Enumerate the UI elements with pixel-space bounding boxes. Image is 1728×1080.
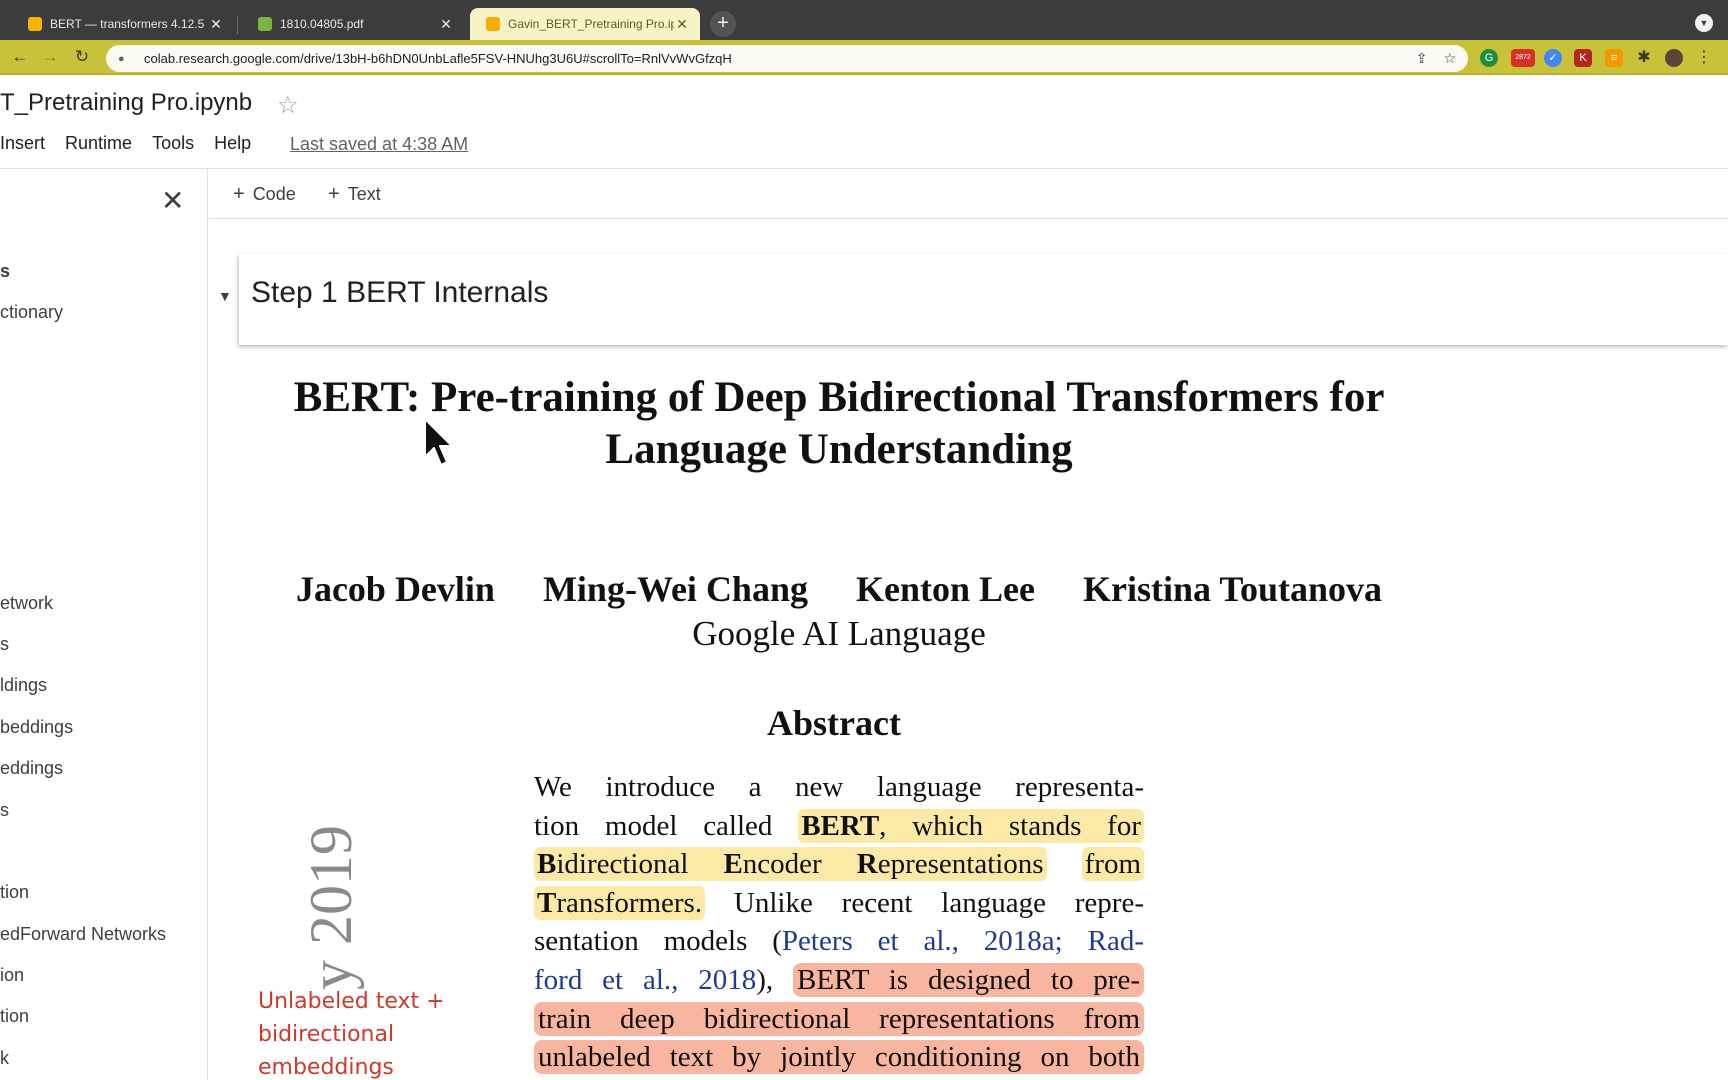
paper-affiliation: Google AI Language bbox=[692, 614, 986, 653]
author-name: Kristina Toutanova bbox=[1082, 569, 1383, 609]
extension-red-icon[interactable]: K bbox=[1574, 49, 1592, 67]
menu-tools[interactable]: Tools bbox=[152, 133, 194, 157]
abstract-heading: Abstract bbox=[767, 703, 901, 743]
tab-title: Gavin_BERT_Pretraining Pro.ip bbox=[508, 17, 674, 31]
extension-stack-icon[interactable]: ≡ bbox=[1605, 49, 1623, 67]
lock-icon: ● bbox=[118, 52, 125, 65]
paper-title: BERT: Pre-training of Deep Bidirectional… bbox=[209, 372, 1469, 476]
toc-item[interactable]: eddings bbox=[0, 758, 63, 779]
profile-avatar[interactable] bbox=[1665, 49, 1683, 67]
abstract-line: train deep bidirectional representations… bbox=[534, 1000, 1144, 1039]
share-icon[interactable]: ⇪ bbox=[1416, 50, 1428, 67]
toc-item[interactable]: beddings bbox=[0, 717, 73, 738]
toc-item[interactable]: s bbox=[0, 634, 9, 655]
tab-separator bbox=[237, 16, 238, 34]
author-name: Ming-Wei Chang bbox=[542, 569, 808, 609]
toc-item[interactable]: ldings bbox=[0, 675, 47, 696]
grammarly-extension-icon[interactable]: G bbox=[1480, 49, 1498, 67]
tab-search-icon[interactable]: ▼ bbox=[1695, 14, 1713, 32]
paper-title-line-1: BERT: Pre-training of Deep Bidirectional… bbox=[293, 374, 1385, 421]
extension-check-icon[interactable]: ✓ bbox=[1544, 49, 1562, 67]
browser-toolbar: ← → ↻ ● colab.research.google.com/drive/… bbox=[0, 40, 1728, 75]
menu-help[interactable]: Help bbox=[214, 133, 251, 157]
abstract-line: Transformers. Unlike recent language rep… bbox=[534, 884, 1144, 923]
gmail-badge: 2872 bbox=[1515, 54, 1531, 61]
browser-tabstrip: BERT — transformers 4.12.5 d ✕ 1810.0480… bbox=[0, 0, 1728, 40]
new-tab-button[interactable]: + bbox=[710, 11, 736, 37]
gmail-extension-icon[interactable]: 2872 bbox=[1511, 49, 1535, 67]
add-text-cell-button[interactable]: + Text bbox=[328, 183, 381, 206]
toc-item[interactable]: k bbox=[0, 1048, 9, 1069]
browser-tab-pdf[interactable]: 1810.04805.pdf ✕ bbox=[242, 8, 464, 40]
note-line: Unlabeled text + bbox=[258, 989, 445, 1014]
colab-favicon-icon bbox=[486, 17, 500, 31]
mouse-pointer-icon bbox=[424, 418, 453, 466]
extensions-puzzle-icon[interactable]: ✱ bbox=[1635, 49, 1653, 67]
paper-title-line-2: Language Understanding bbox=[605, 426, 1073, 473]
abstract-line: We introduce a new language representa- bbox=[534, 771, 1144, 803]
plus-icon: + bbox=[328, 183, 340, 205]
section-title: Step 1 BERT Internals bbox=[251, 276, 549, 309]
note-line: bidirectional bbox=[258, 1022, 395, 1047]
tab-title: BERT — transformers 4.12.5 d bbox=[50, 17, 208, 31]
add-code-cell-button[interactable]: + Code bbox=[233, 183, 296, 206]
plus-icon: + bbox=[233, 183, 245, 205]
tab-title: 1810.04805.pdf bbox=[280, 17, 364, 31]
note-line: embeddings bbox=[258, 1055, 394, 1080]
browser-tab-transformers-docs[interactable]: BERT — transformers 4.12.5 d ✕ bbox=[12, 8, 234, 40]
bookmark-star-icon[interactable]: ☆ bbox=[1443, 50, 1456, 67]
table-of-contents-panel: ✕ s ctionary etwork s ldings beddings ed… bbox=[0, 169, 208, 1080]
url-text[interactable]: colab.research.google.com/drive/13bH-b6h… bbox=[144, 51, 1400, 66]
hugging-face-favicon-icon bbox=[28, 17, 42, 31]
abstract-line: Bidirectional Encoder Representations fr… bbox=[534, 845, 1145, 884]
back-icon[interactable]: ← bbox=[9, 46, 31, 68]
handwritten-note: Unlabeled text + bidirectional embedding… bbox=[258, 985, 445, 1080]
pdf-favicon-icon bbox=[258, 17, 272, 31]
reload-icon[interactable]: ↻ bbox=[71, 46, 93, 68]
notebook-title[interactable]: T_Pretraining Pro.ipynb bbox=[0, 89, 252, 117]
colab-menubar: Insert Runtime Tools Help bbox=[0, 133, 271, 157]
arxiv-date-stamp: y 2019 bbox=[298, 825, 364, 990]
author-name: Kenton Lee bbox=[855, 569, 1035, 609]
toc-item[interactable]: etwork bbox=[0, 593, 53, 614]
close-tab-icon[interactable]: ✕ bbox=[674, 16, 690, 33]
menu-runtime[interactable]: Runtime bbox=[65, 133, 132, 157]
toc-item[interactable]: tion bbox=[0, 1006, 29, 1027]
close-tab-icon[interactable]: ✕ bbox=[438, 16, 454, 33]
forward-icon[interactable]: → bbox=[39, 46, 61, 68]
toc-item[interactable]: s bbox=[0, 261, 10, 282]
paper-authors: Jacob Devlin Ming-Wei Chang Kenton Lee K… bbox=[209, 568, 1469, 610]
cell-toolbar: + Code + Text bbox=[209, 169, 1728, 219]
browser-menu-icon[interactable]: ⋮ bbox=[1695, 49, 1713, 67]
add-text-label: Text bbox=[347, 184, 381, 204]
abstract-line: sentation models (Peters et al., 2018a; … bbox=[534, 925, 1144, 958]
toc-item[interactable]: tion bbox=[0, 882, 29, 903]
toc-item[interactable]: s bbox=[0, 800, 9, 821]
last-saved-link[interactable]: Last saved at 4:38 AM bbox=[290, 134, 468, 155]
add-code-label: Code bbox=[252, 184, 296, 204]
star-notebook-icon[interactable]: ☆ bbox=[277, 91, 299, 120]
address-bar[interactable]: ● colab.research.google.com/drive/13bH-b… bbox=[106, 45, 1468, 72]
close-tab-icon[interactable]: ✕ bbox=[208, 16, 224, 33]
toc-item[interactable]: ctionary bbox=[0, 302, 63, 323]
toc-item[interactable]: edForward Networks bbox=[0, 924, 166, 945]
abstract-line: ford et al., 2018), BERT is designed to … bbox=[534, 961, 1144, 1000]
abstract-line: unlabeled text by jointly conditioning o… bbox=[534, 1038, 1144, 1077]
abstract-body: We introduce a new language representa- … bbox=[534, 768, 1145, 1077]
close-panel-icon[interactable]: ✕ bbox=[161, 187, 184, 215]
menu-insert[interactable]: Insert bbox=[0, 133, 45, 157]
collapse-section-icon[interactable]: ▼ bbox=[218, 288, 232, 304]
abstract-line: tion model called BERT, which stands for bbox=[534, 807, 1144, 846]
author-name: Jacob Devlin bbox=[295, 569, 495, 609]
toc-item[interactable]: ion bbox=[0, 965, 24, 986]
browser-tab-colab-active[interactable]: Gavin_BERT_Pretraining Pro.ip ✕ bbox=[470, 8, 700, 40]
